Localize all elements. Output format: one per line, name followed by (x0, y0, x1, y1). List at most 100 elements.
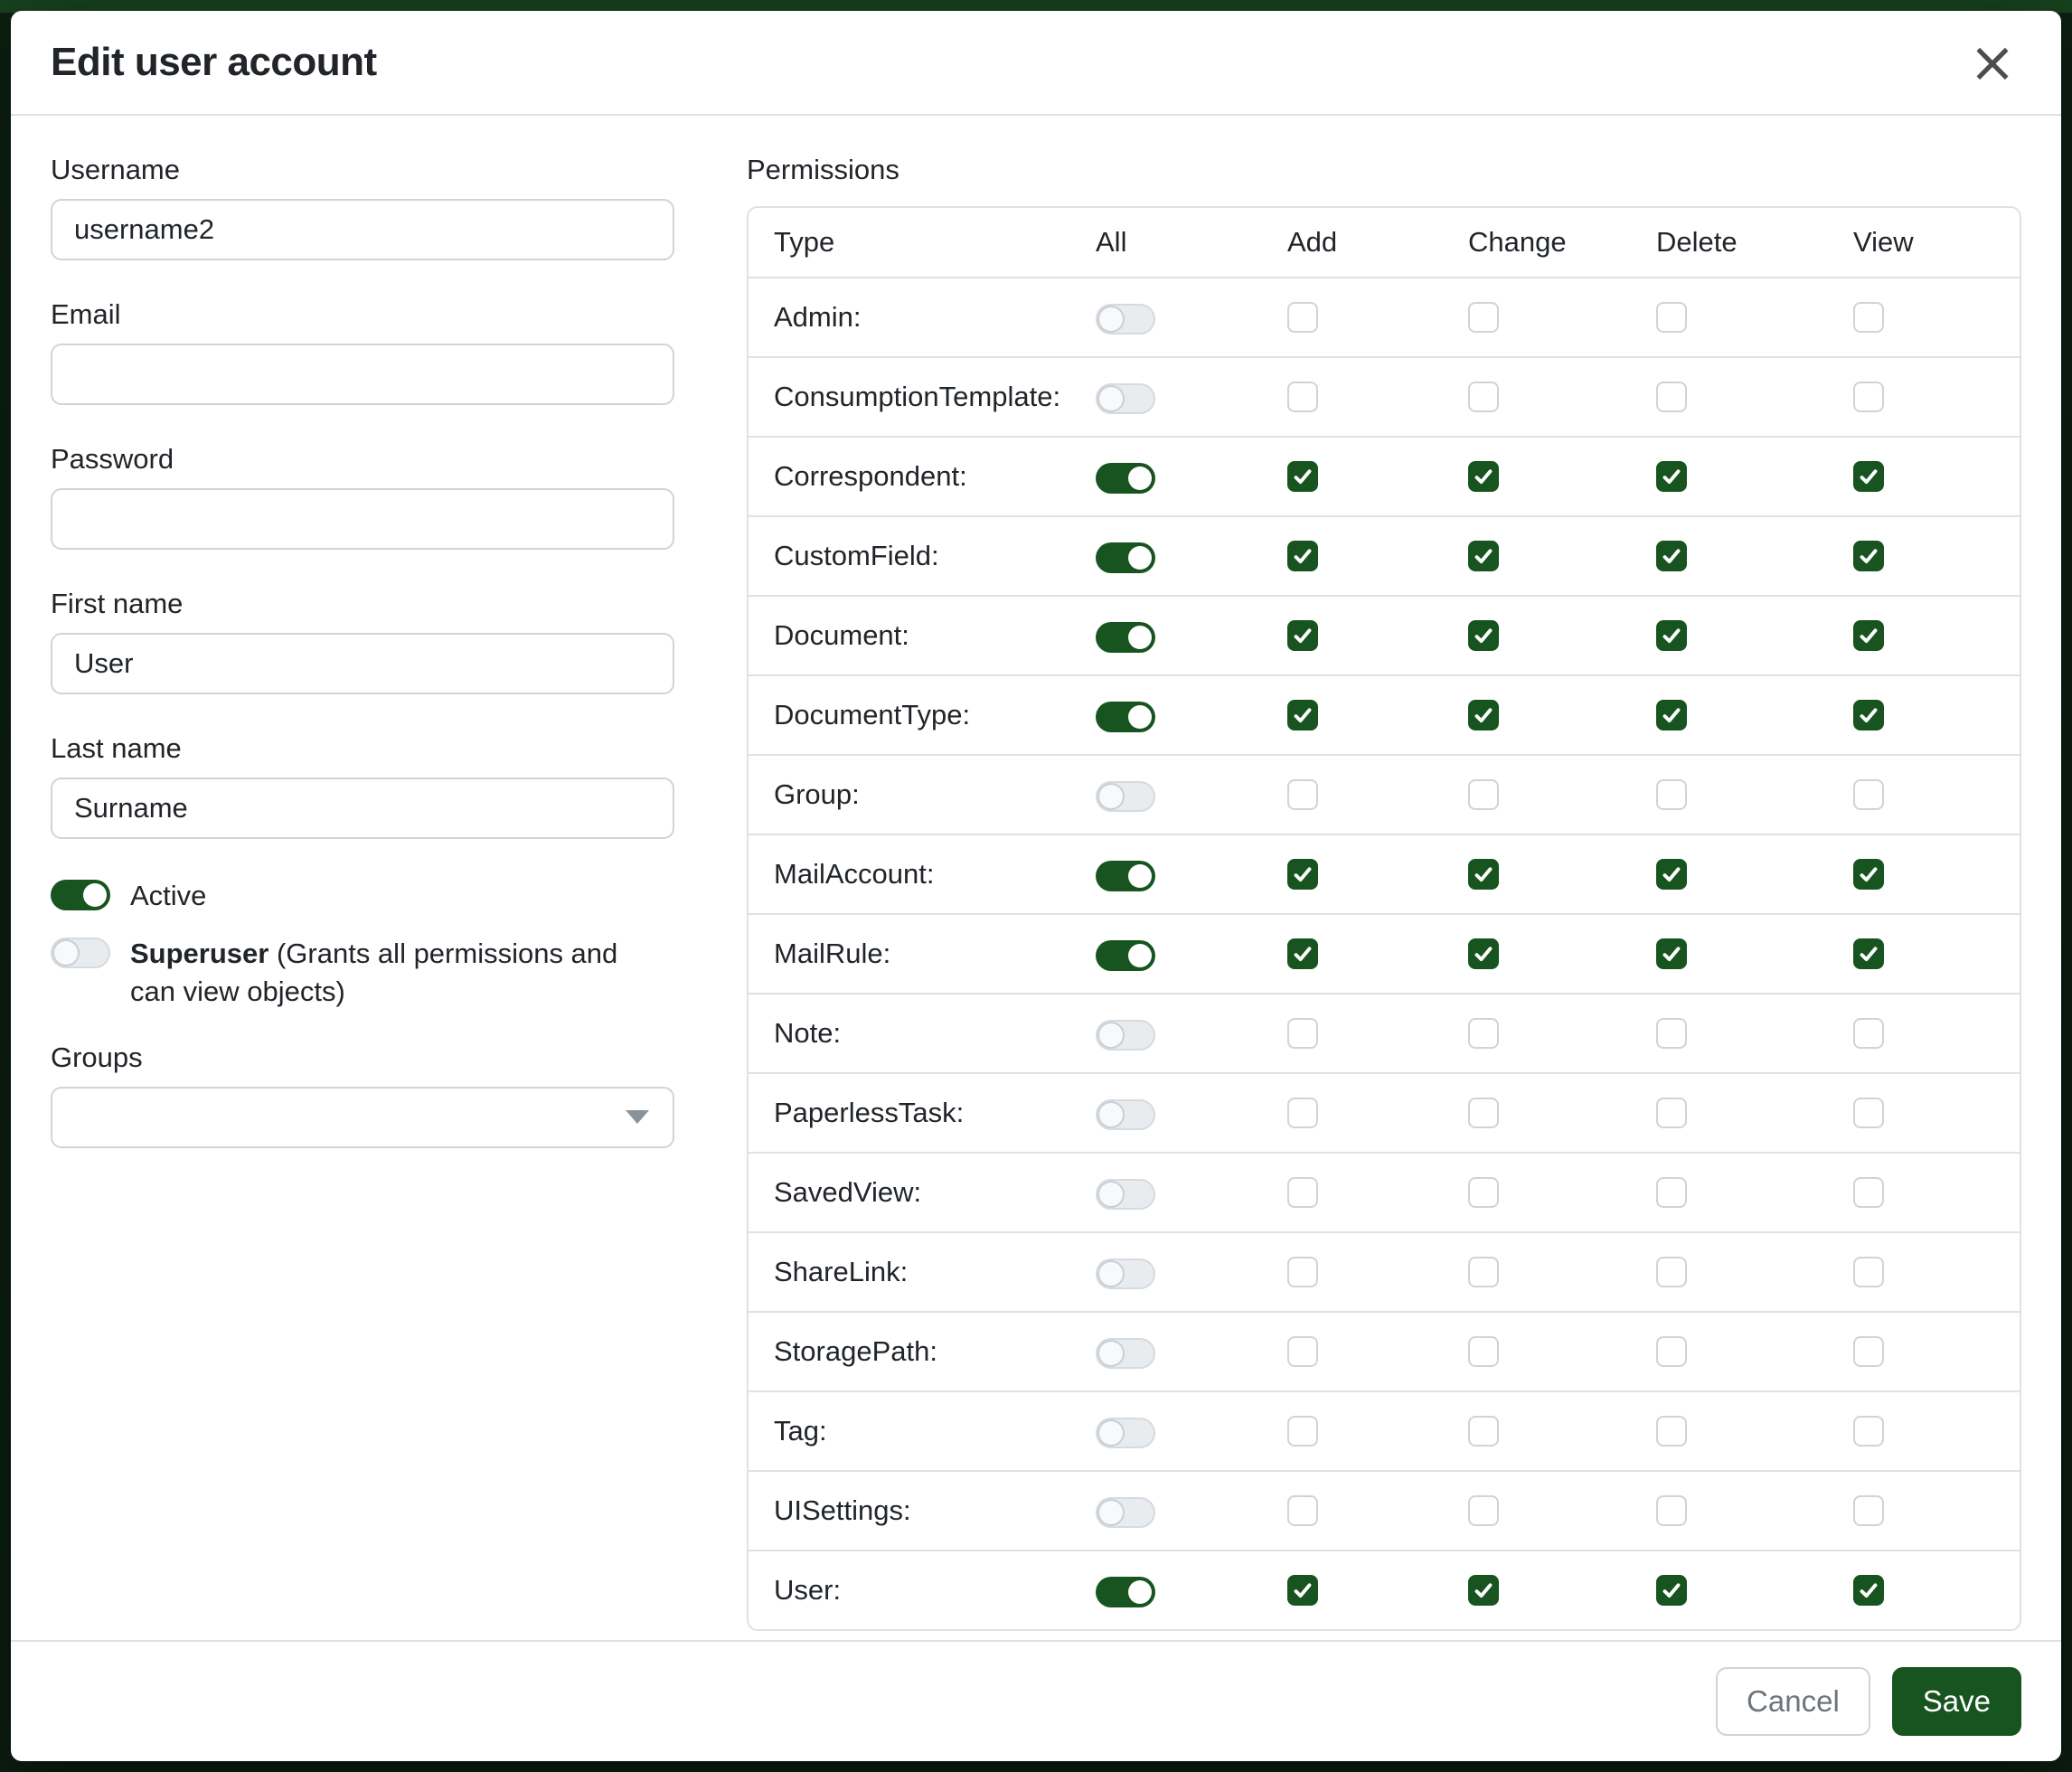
superuser-toggle[interactable] (51, 938, 110, 968)
permission-change-checkbox[interactable] (1468, 1257, 1499, 1287)
permission-add-checkbox[interactable] (1287, 1416, 1318, 1447)
permission-delete-checkbox[interactable] (1656, 382, 1687, 412)
check-icon (1857, 624, 1880, 647)
permission-delete-checkbox[interactable] (1656, 700, 1687, 730)
permission-change-checkbox[interactable] (1468, 779, 1499, 810)
permission-add-checkbox[interactable] (1287, 1098, 1318, 1128)
permission-change-checkbox[interactable] (1468, 938, 1499, 969)
permission-add-checkbox[interactable] (1287, 1495, 1318, 1526)
permission-all-toggle[interactable] (1096, 304, 1155, 335)
permission-view-checkbox[interactable] (1853, 302, 1884, 333)
permission-change-checkbox[interactable] (1468, 1336, 1499, 1367)
email-input[interactable] (51, 344, 674, 405)
permission-add-checkbox[interactable] (1287, 382, 1318, 412)
permission-view-checkbox[interactable] (1853, 779, 1884, 810)
permission-add-checkbox[interactable] (1287, 779, 1318, 810)
permission-view-checkbox[interactable] (1853, 1416, 1884, 1447)
permission-delete-checkbox[interactable] (1656, 1098, 1687, 1128)
last-name-input[interactable] (51, 778, 674, 839)
permission-delete-checkbox[interactable] (1656, 1416, 1687, 1447)
permission-all-toggle[interactable] (1096, 622, 1155, 653)
permission-add-checkbox[interactable] (1287, 1575, 1318, 1606)
permission-change-checkbox[interactable] (1468, 1177, 1499, 1208)
permission-delete-checkbox[interactable] (1656, 1336, 1687, 1367)
permission-add-checkbox[interactable] (1287, 1257, 1318, 1287)
permission-all-toggle[interactable] (1096, 940, 1155, 971)
groups-select[interactable] (51, 1087, 674, 1148)
permission-change-checkbox[interactable] (1468, 859, 1499, 890)
cancel-button[interactable]: Cancel (1716, 1667, 1870, 1736)
permission-delete-checkbox[interactable] (1656, 859, 1687, 890)
permission-add-checkbox[interactable] (1287, 461, 1318, 492)
permission-view-checkbox[interactable] (1853, 1177, 1884, 1208)
permission-delete-checkbox[interactable] (1656, 938, 1687, 969)
permission-add-checkbox[interactable] (1287, 859, 1318, 890)
permission-view-checkbox[interactable] (1853, 1575, 1884, 1606)
permission-view-checkbox[interactable] (1853, 461, 1884, 492)
permission-change-checkbox[interactable] (1468, 1098, 1499, 1128)
permission-view-checkbox[interactable] (1853, 1018, 1884, 1049)
permission-delete-checkbox[interactable] (1656, 1575, 1687, 1606)
first-name-input[interactable] (51, 633, 674, 694)
permission-add-checkbox[interactable] (1287, 302, 1318, 333)
permission-add-checkbox[interactable] (1287, 620, 1318, 651)
permission-view-checkbox[interactable] (1853, 1495, 1884, 1526)
permission-delete-checkbox[interactable] (1656, 1257, 1687, 1287)
permission-view-checkbox[interactable] (1853, 1257, 1884, 1287)
permission-cell-view (1853, 620, 2020, 651)
permission-delete-checkbox[interactable] (1656, 779, 1687, 810)
permission-delete-checkbox[interactable] (1656, 1177, 1687, 1208)
permission-view-checkbox[interactable] (1853, 541, 1884, 571)
permission-all-toggle[interactable] (1096, 702, 1155, 732)
save-button[interactable]: Save (1892, 1667, 2021, 1736)
permission-all-toggle[interactable] (1096, 463, 1155, 494)
username-input[interactable] (51, 199, 674, 260)
permission-all-toggle[interactable] (1096, 1179, 1155, 1210)
permission-add-checkbox[interactable] (1287, 1177, 1318, 1208)
permission-change-checkbox[interactable] (1468, 302, 1499, 333)
permission-add-checkbox[interactable] (1287, 700, 1318, 730)
permission-all-toggle[interactable] (1096, 1497, 1155, 1528)
permission-delete-checkbox[interactable] (1656, 1495, 1687, 1526)
permission-change-checkbox[interactable] (1468, 700, 1499, 730)
permission-change-checkbox[interactable] (1468, 1416, 1499, 1447)
permission-add-checkbox[interactable] (1287, 541, 1318, 571)
permission-view-checkbox[interactable] (1853, 620, 1884, 651)
permission-change-checkbox[interactable] (1468, 382, 1499, 412)
permission-add-checkbox[interactable] (1287, 938, 1318, 969)
permission-add-checkbox[interactable] (1287, 1018, 1318, 1049)
permission-all-toggle[interactable] (1096, 1099, 1155, 1130)
permission-delete-checkbox[interactable] (1656, 541, 1687, 571)
permission-all-toggle[interactable] (1096, 1020, 1155, 1051)
permission-view-checkbox[interactable] (1853, 1098, 1884, 1128)
permission-add-checkbox[interactable] (1287, 1336, 1318, 1367)
permission-all-toggle[interactable] (1096, 861, 1155, 891)
check-icon (1291, 942, 1314, 966)
permission-all-toggle[interactable] (1096, 1418, 1155, 1448)
permission-view-checkbox[interactable] (1853, 700, 1884, 730)
permission-view-checkbox[interactable] (1853, 859, 1884, 890)
permission-delete-checkbox[interactable] (1656, 302, 1687, 333)
password-input[interactable] (51, 488, 674, 550)
close-icon[interactable]: × (1964, 34, 2021, 90)
permission-view-checkbox[interactable] (1853, 1336, 1884, 1367)
permission-change-checkbox[interactable] (1468, 541, 1499, 571)
permission-all-toggle[interactable] (1096, 542, 1155, 573)
permission-delete-checkbox[interactable] (1656, 620, 1687, 651)
permission-delete-checkbox[interactable] (1656, 1018, 1687, 1049)
permission-all-toggle[interactable] (1096, 1338, 1155, 1369)
permission-all-toggle[interactable] (1096, 1258, 1155, 1289)
permission-all-toggle[interactable] (1096, 1577, 1155, 1607)
permission-change-checkbox[interactable] (1468, 620, 1499, 651)
permission-change-checkbox[interactable] (1468, 1495, 1499, 1526)
permission-cell-change (1468, 1575, 1656, 1606)
permission-all-toggle[interactable] (1096, 781, 1155, 812)
permission-change-checkbox[interactable] (1468, 461, 1499, 492)
active-toggle[interactable] (51, 880, 110, 910)
permission-delete-checkbox[interactable] (1656, 461, 1687, 492)
permission-view-checkbox[interactable] (1853, 382, 1884, 412)
permission-view-checkbox[interactable] (1853, 938, 1884, 969)
permission-all-toggle[interactable] (1096, 383, 1155, 414)
permission-change-checkbox[interactable] (1468, 1575, 1499, 1606)
permission-change-checkbox[interactable] (1468, 1018, 1499, 1049)
